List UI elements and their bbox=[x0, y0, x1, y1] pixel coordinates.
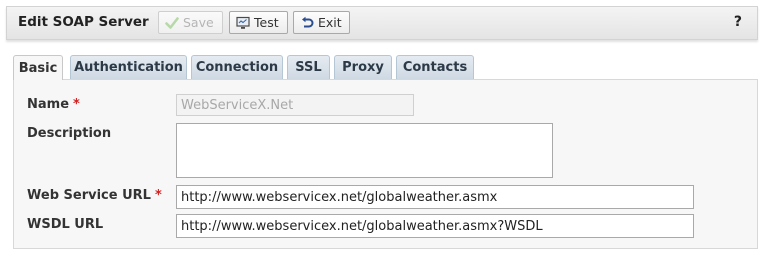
description-label: Description bbox=[27, 126, 111, 141]
description-field[interactable] bbox=[176, 123, 553, 178]
web-service-url-field[interactable] bbox=[176, 185, 694, 209]
test-button[interactable]: Test bbox=[229, 11, 288, 34]
edit-soap-server-page: Edit SOAP Server Save Test Exit ? Basic … bbox=[0, 0, 766, 256]
tab-proxy[interactable]: Proxy bbox=[334, 55, 392, 79]
tab-connection[interactable]: Connection bbox=[191, 55, 283, 79]
save-button-label: Save bbox=[183, 15, 214, 30]
checkmark-icon bbox=[165, 16, 179, 30]
wsdl-url-label-text: WSDL URL bbox=[27, 217, 104, 232]
test-button-label: Test bbox=[254, 15, 279, 30]
exit-button[interactable]: Exit bbox=[293, 11, 350, 34]
required-marker: * bbox=[154, 188, 162, 203]
tab-ssl[interactable]: SSL bbox=[287, 55, 330, 79]
web-service-url-label-text: Web Service URL bbox=[27, 188, 151, 203]
name-label-text: Name bbox=[27, 97, 70, 112]
wsdl-url-label: WSDL URL bbox=[27, 217, 103, 232]
header-toolbar: Edit SOAP Server Save Test Exit ? bbox=[6, 6, 758, 40]
basic-form-panel: Name* Description Web Service URL* WSDL … bbox=[13, 79, 758, 249]
return-arrow-icon bbox=[300, 16, 314, 30]
tab-basic[interactable]: Basic bbox=[13, 55, 63, 80]
tab-authentication[interactable]: Authentication bbox=[70, 55, 187, 79]
save-button[interactable]: Save bbox=[158, 11, 223, 34]
description-label-text: Description bbox=[27, 126, 112, 141]
name-field[interactable] bbox=[176, 94, 414, 116]
help-button[interactable]: ? bbox=[734, 14, 742, 30]
tab-contacts[interactable]: Contacts bbox=[396, 55, 474, 79]
page-title: Edit SOAP Server bbox=[18, 14, 149, 30]
exit-button-label: Exit bbox=[318, 15, 342, 30]
wsdl-url-field[interactable] bbox=[176, 214, 694, 238]
name-label: Name * bbox=[27, 97, 80, 112]
monitor-icon bbox=[236, 16, 250, 30]
required-marker: * bbox=[73, 97, 80, 112]
web-service-url-label: Web Service URL * bbox=[27, 188, 162, 203]
